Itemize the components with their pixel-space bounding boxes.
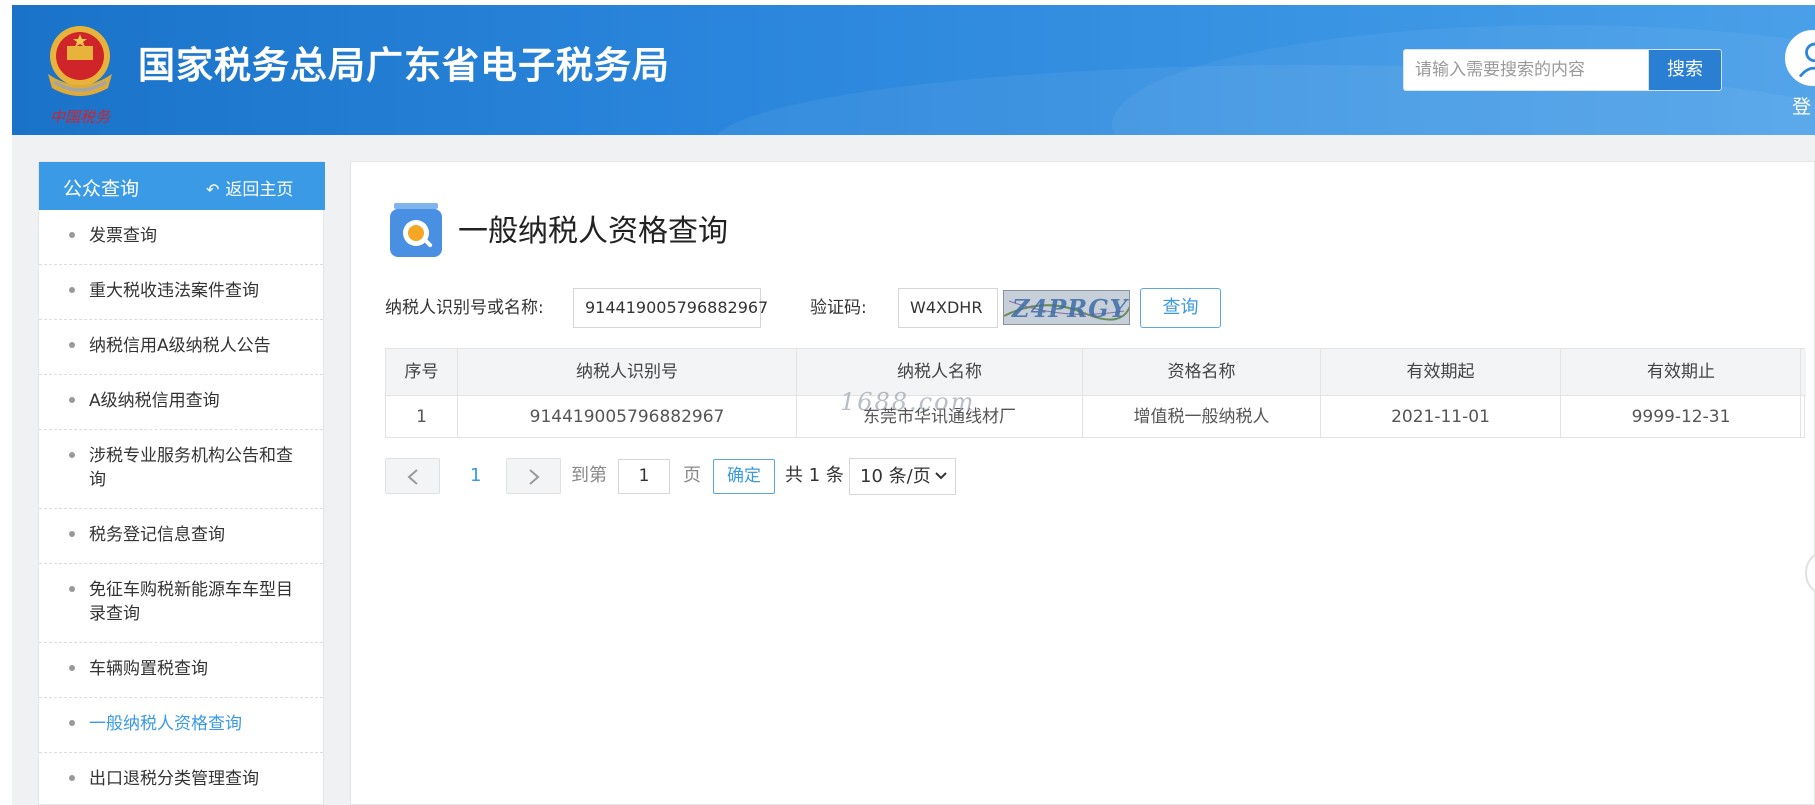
sidebar-item-label: A级纳税信用查询 <box>89 391 220 411</box>
sidebar-item-vehicle-tax[interactable]: 车辆购置税查询 <box>39 643 323 698</box>
emblem-caption: 中国税务 <box>50 108 112 126</box>
search-document-icon <box>390 203 442 257</box>
sidebar-item-label: 发票查询 <box>89 226 157 246</box>
sidebar-item-general-taxpayer[interactable]: 一般纳税人资格查询 <box>39 698 323 753</box>
per-page-select[interactable]: 10 条/页 <box>849 458 956 495</box>
taxpayer-label: 纳税人识别号或名称: <box>385 298 544 318</box>
column-header: 纳税人识别号 <box>576 362 678 382</box>
sidebar-item-registration[interactable]: 税务登记信息查询 <box>39 509 323 564</box>
site-title: 国家税务总局广东省电子税务局 <box>138 44 670 87</box>
column-header: 资格名称 <box>1167 362 1236 382</box>
bullet-icon <box>69 720 75 726</box>
captcha-label: 验证码: <box>810 298 867 318</box>
sidebar-item-invoice[interactable]: 发票查询 <box>39 210 323 265</box>
bullet-icon <box>69 342 75 348</box>
results-table: 序号 纳税人识别号 纳税人名称 资格名称 有效期起 有效期止 1 9144190… <box>385 348 1806 438</box>
per-page-value: 10 条/页 <box>860 466 931 487</box>
captcha-image[interactable]: Z4PRGY <box>1003 290 1130 325</box>
sidebar-item-label: 税务登记信息查询 <box>89 525 225 545</box>
column-header: 序号 <box>404 362 439 382</box>
main-panel <box>350 161 1815 805</box>
sidebar: 公众查询 ↶ 返回主页 发票查询 重大税收违法案件查询 纳税信用A级纳税人公告 A… <box>38 161 325 805</box>
sidebar-item-label: 纳税信用A级纳税人公告 <box>89 336 271 356</box>
bullet-icon <box>69 586 75 592</box>
column-header: 有效期起 <box>1406 362 1475 382</box>
sidebar-item-ev-catalog[interactable]: 免征车购税新能源车车型目录查询 <box>39 564 323 643</box>
page-unit-label: 页 <box>683 465 701 486</box>
reply-arrow-icon: ↶ <box>206 180 220 199</box>
page-number[interactable]: 1 <box>470 458 481 494</box>
table-cell: 914419005796882967 <box>529 407 725 427</box>
sidebar-item-credit-a-notice[interactable]: 纳税信用A级纳税人公告 <box>39 320 323 375</box>
bullet-icon <box>69 452 75 458</box>
bullet-icon <box>69 665 75 671</box>
bullet-icon <box>69 287 75 293</box>
table-header: 序号 纳税人识别号 纳税人名称 资格名称 有效期起 有效期止 <box>386 349 1806 396</box>
sidebar-item-label: 涉税专业服务机构公告和查询 <box>89 446 293 490</box>
column-header: 有效期止 <box>1647 362 1715 382</box>
goto-label: 到第 <box>571 465 607 486</box>
chevron-right-icon <box>529 469 540 485</box>
captcha-text: Z4PRGY <box>1012 294 1128 323</box>
total-count: 共 1 条 <box>785 465 844 486</box>
bullet-icon <box>69 397 75 403</box>
sidebar-header: 公众查询 ↶ 返回主页 <box>39 162 325 210</box>
table-cell: 9999-12-31 <box>1631 407 1731 427</box>
column-divider <box>1560 349 1561 438</box>
table-cell: 增值税一般纳税人 <box>1133 407 1270 427</box>
bullet-icon <box>69 775 75 781</box>
sidebar-item-label: 出口退税分类管理查询 <box>89 769 259 789</box>
prev-page-button[interactable] <box>385 458 440 494</box>
confirm-button[interactable]: 确定 <box>713 459 775 494</box>
goto-page-input[interactable]: 1 <box>618 459 670 494</box>
search-button[interactable]: 搜索 <box>1648 49 1722 91</box>
sidebar-item-label: 车辆购置税查询 <box>89 659 208 679</box>
chevron-down-icon <box>935 472 947 480</box>
tax-emblem-icon: 中国税务 <box>48 26 112 126</box>
column-divider <box>796 349 797 438</box>
table-cell: 2021-11-01 <box>1391 407 1490 427</box>
left-gutter <box>0 0 12 805</box>
sidebar-item-label: 一般纳税人资格查询 <box>89 714 242 734</box>
chevron-left-icon <box>407 469 418 485</box>
captcha-input[interactable]: W4XDHR <box>898 288 998 328</box>
next-page-button[interactable] <box>506 458 561 494</box>
sidebar-item-export-refund[interactable]: 出口退税分类管理查询 <box>39 753 323 805</box>
column-divider <box>1800 349 1801 438</box>
table-cell: 1 <box>416 407 427 427</box>
sidebar-item-tax-agency[interactable]: 涉税专业服务机构公告和查询 <box>39 430 323 509</box>
query-button[interactable]: 查询 <box>1140 288 1221 328</box>
sidebar-item-label: 重大税收违法案件查询 <box>89 281 259 301</box>
sidebar-item-credit-a-query[interactable]: A级纳税信用查询 <box>39 375 323 430</box>
column-divider <box>457 349 458 438</box>
sidebar-title: 公众查询 <box>63 178 140 200</box>
taxpayer-id-input[interactable]: 914419005796882967 <box>573 288 768 328</box>
bullet-icon <box>69 232 75 238</box>
back-home-link[interactable]: ↶ 返回主页 <box>206 175 293 200</box>
back-home-label: 返回主页 <box>225 180 294 200</box>
bullet-icon <box>69 531 75 537</box>
watermark: 1688.com <box>840 388 976 416</box>
sidebar-item-label: 免征车购税新能源车车型目录查询 <box>89 580 293 624</box>
column-divider <box>1082 349 1083 438</box>
page-title: 一般纳税人资格查询 <box>458 214 728 249</box>
column-divider <box>1320 349 1321 438</box>
login-link[interactable]: 登 <box>1792 92 1811 119</box>
sidebar-item-tax-violation[interactable]: 重大税收违法案件查询 <box>39 265 323 320</box>
search-input[interactable] <box>1403 49 1650 91</box>
